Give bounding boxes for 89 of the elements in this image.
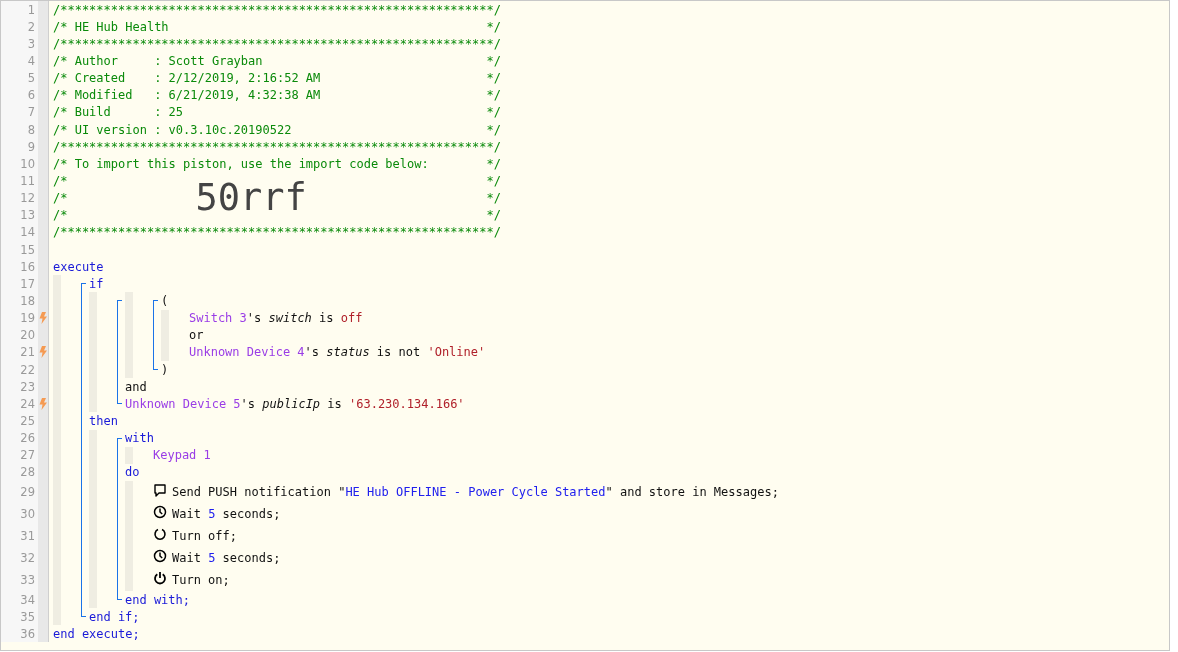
value-text: 5 (208, 506, 216, 521)
code-comment: /************************************************************/ (53, 139, 501, 154)
code-comment: */ (486, 122, 501, 137)
device-name: Switch 3 (189, 311, 247, 326)
code-keyword: then (89, 413, 118, 428)
speech-bubble-icon (153, 482, 167, 497)
code-text: Turn off; (172, 528, 238, 543)
code-comment: */ (486, 19, 501, 34)
code-keyword: with (125, 431, 154, 446)
code-keyword: end with; (125, 592, 191, 607)
string-value: 'Online' (427, 345, 486, 360)
value-text: 5 (208, 550, 216, 565)
code-comment: /************************************************************/ (53, 225, 501, 240)
string-value: off (340, 311, 363, 326)
code-comment: */ (486, 88, 501, 103)
code-comment: */ (486, 156, 501, 171)
line-number: 3 (1, 35, 38, 53)
code-comment: /* To import this piston, use the import code below: (53, 156, 429, 171)
code-text: ) (161, 362, 169, 377)
code-comment: */ (486, 173, 501, 188)
power-icon (153, 570, 167, 585)
clock-icon (153, 504, 167, 519)
code-text: or (189, 328, 204, 343)
code-text: ( (161, 293, 169, 308)
code-comment: /* (53, 173, 68, 188)
line-number: 23 (1, 378, 38, 396)
code-text: " and store in Messages; (605, 484, 779, 499)
code-comment: */ (486, 105, 501, 120)
code-comment: /************************************************************/ (53, 2, 501, 17)
code-text: Wait (172, 550, 202, 565)
code-comment: /* Modified : 6/21/2019, 4:32:38 AM (53, 88, 321, 103)
attribute-name: status (326, 345, 370, 360)
code-comment: /* Author : Scott Grayban (53, 54, 263, 68)
line-number: 2 (1, 18, 38, 36)
device-name: Keypad 1 (153, 448, 211, 463)
code-keyword: end execute; (53, 626, 140, 641)
code-text: 's (304, 345, 321, 360)
code-keyword: if (89, 276, 104, 291)
code-keyword: end if; (89, 609, 140, 624)
device-name: Unknown Device 5 (125, 396, 241, 411)
clock-icon (153, 548, 167, 563)
line-number: 17 (1, 275, 38, 293)
code-keyword: do (125, 465, 140, 480)
code-text: Send PUSH notification " (172, 484, 346, 499)
line-number: 35 (1, 608, 38, 626)
code-comment: */ (486, 54, 501, 68)
code-text: 's (240, 396, 257, 411)
line-number: 30 (1, 502, 38, 525)
code-text: and (125, 379, 147, 394)
code-text: 's (246, 311, 263, 326)
line-number: 29 (1, 480, 38, 503)
code-comment: */ (486, 191, 501, 206)
code-comment: /* (53, 191, 68, 206)
code-text: Turn on; (172, 572, 230, 587)
string-value: '63.230.134.166' (349, 396, 465, 411)
line-number: 16 (1, 258, 38, 276)
line-number: 11 (1, 172, 38, 190)
code-comment: */ (486, 208, 501, 223)
code-comment: /* Created : 2/12/2019, 2:16:52 AM (53, 71, 321, 86)
line-number: 24 (1, 395, 38, 413)
attribute-name: publicIp (262, 396, 321, 411)
device-name: Unknown Device 4 (189, 345, 305, 360)
ring-icon (153, 526, 167, 541)
line-number: 10 (1, 155, 38, 173)
import-code: 50rrf (195, 178, 307, 219)
line-number: 32 (1, 546, 38, 569)
line-number: 1 (1, 1, 38, 19)
code-text: seconds; (221, 506, 281, 521)
code-comment: /* UI version : v0.3.10c.20190522 (53, 122, 292, 137)
line-number: 36 (1, 625, 38, 643)
code-comment: /************************************************************/ (53, 36, 501, 51)
value-text: HE Hub OFFLINE - Power Cycle Started (345, 484, 606, 499)
code-text: is (326, 396, 343, 411)
line-number: 25 (1, 412, 38, 430)
code-comment: */ (486, 71, 501, 86)
line-number: 18 (1, 292, 38, 310)
code-comment: /* HE Hub Health (53, 19, 169, 34)
code-text: Wait (172, 506, 202, 521)
code-comment: /* (53, 208, 68, 223)
attribute-name: switch (268, 311, 312, 326)
line-number: 31 (1, 524, 38, 547)
code-comment: /* Build : 25 (53, 105, 184, 120)
code-text: is (318, 311, 335, 326)
line-number: 33 (1, 568, 38, 591)
code-keyword: execute (53, 259, 104, 274)
code-text: seconds; (221, 550, 281, 565)
code-text: is not (375, 345, 422, 360)
line-number: 4 (1, 52, 38, 70)
line-number: 9 (1, 138, 38, 156)
